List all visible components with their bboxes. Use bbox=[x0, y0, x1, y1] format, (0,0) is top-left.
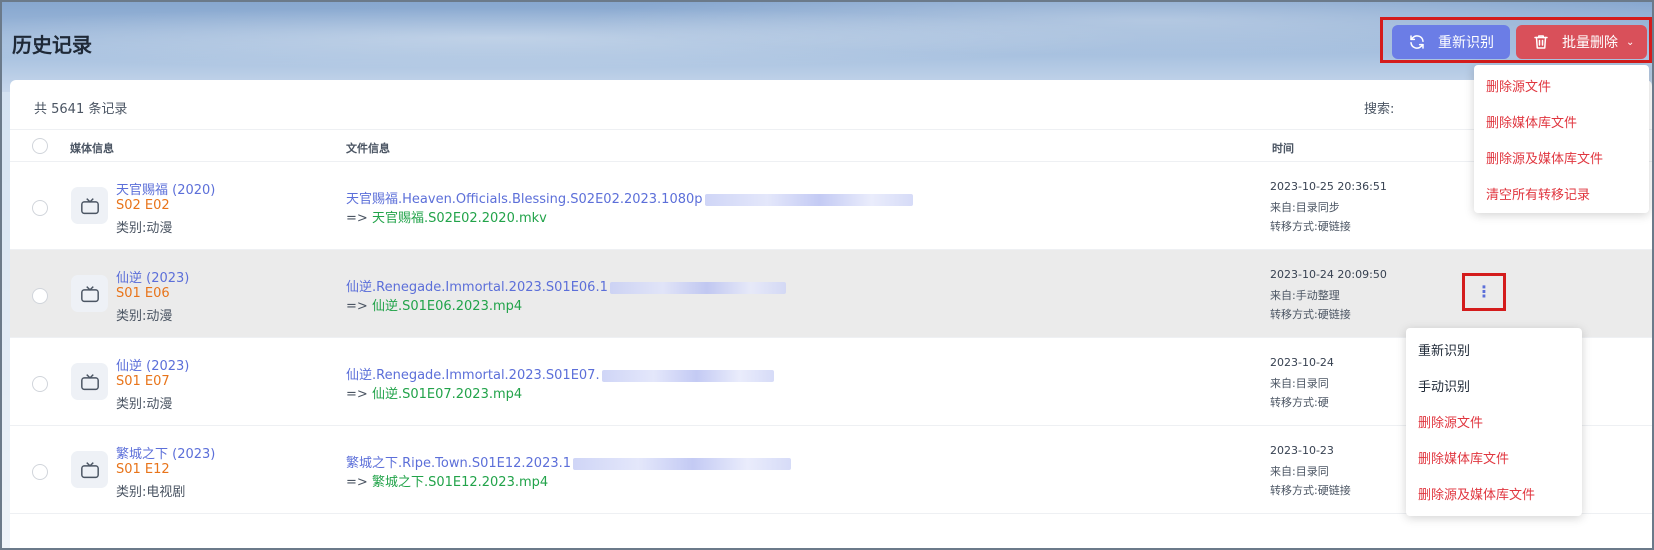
transfer-method: 转移方式:硬链接 bbox=[1270, 308, 1351, 321]
trash-icon bbox=[1532, 33, 1550, 51]
menu-item-delete-source[interactable]: 删除源文件 bbox=[1486, 76, 1551, 95]
record-count: 共 5641 条记录 bbox=[34, 102, 128, 117]
menu-item-delete-source[interactable]: 删除源文件 bbox=[1418, 412, 1483, 431]
source-file: 天官赐福.Heaven.Officials.Blessing.S02E02.20… bbox=[346, 188, 913, 207]
reidentify-label: 重新识别 bbox=[1438, 35, 1494, 51]
dest-file-name: 仙逆.S01E06.2023.mp4 bbox=[371, 299, 523, 314]
transfer-source: 来自:目录同 bbox=[1270, 465, 1329, 478]
redacted-path bbox=[573, 457, 792, 470]
row-checkbox[interactable] bbox=[32, 288, 48, 304]
transfer-source: 来自:手动整理 bbox=[1270, 289, 1340, 302]
table-header: 媒体信息 文件信息 时间 bbox=[10, 129, 1652, 162]
select-all-checkbox[interactable] bbox=[32, 138, 48, 154]
transfer-source: 来自:目录同步 bbox=[1270, 201, 1340, 214]
transfer-source: 来自:目录同 bbox=[1270, 377, 1329, 390]
top-actions-highlight: 重新识别 批量删除 ⌄ bbox=[1380, 17, 1652, 63]
redacted-path bbox=[704, 193, 913, 206]
tv-icon bbox=[71, 363, 108, 400]
header-time: 时间 bbox=[1272, 142, 1294, 155]
dest-arrow: => bbox=[346, 211, 368, 226]
dest-file-name: 仙逆.S01E07.2023.mp4 bbox=[371, 387, 523, 402]
transfer-method: 转移方式:硬链接 bbox=[1270, 220, 1351, 233]
menu-item-delete-library[interactable]: 删除媒体库文件 bbox=[1418, 448, 1509, 467]
more-vertical-icon: ⋮ bbox=[1476, 282, 1492, 301]
category-label: 类别:动漫 bbox=[116, 397, 173, 412]
menu-item-clear-history[interactable]: 清空所有转移记录 bbox=[1486, 184, 1590, 203]
menu-item-delete-both[interactable]: 删除源及媒体库文件 bbox=[1486, 148, 1603, 167]
episode-label: S01 E12 bbox=[116, 462, 170, 477]
redacted-path bbox=[601, 369, 774, 382]
menu-item-manual-identify[interactable]: 手动识别 bbox=[1418, 376, 1470, 395]
menu-item-reidentify[interactable]: 重新识别 bbox=[1418, 340, 1470, 359]
header-file: 文件信息 bbox=[346, 142, 390, 155]
menu-item-delete-library[interactable]: 删除媒体库文件 bbox=[1486, 112, 1577, 131]
row-checkbox[interactable] bbox=[32, 376, 48, 392]
row-checkbox[interactable] bbox=[32, 464, 48, 480]
media-title[interactable]: 仙逆 (2023) bbox=[116, 355, 189, 374]
transfer-method: 转移方式:硬链接 bbox=[1270, 484, 1351, 497]
tv-icon bbox=[71, 187, 108, 224]
reidentify-button[interactable]: 重新识别 bbox=[1392, 25, 1510, 59]
row-more-button[interactable]: ⋮ bbox=[1462, 273, 1506, 311]
tv-icon bbox=[71, 275, 108, 312]
page-title: 历史记录 bbox=[12, 33, 92, 57]
row-action-menu: 重新识别 手动识别 删除源文件 删除媒体库文件 删除源及媒体库文件 bbox=[1406, 328, 1582, 516]
media-title[interactable]: 仙逆 (2023) bbox=[116, 267, 189, 286]
dest-file: => 天官赐福.S02E02.2020.mkv bbox=[346, 207, 547, 226]
batch-delete-menu: 删除源文件 删除媒体库文件 删除源及媒体库文件 清空所有转移记录 bbox=[1474, 65, 1649, 213]
chevron-down-icon: ⌄ bbox=[1626, 36, 1635, 48]
redacted-path bbox=[609, 281, 786, 294]
dest-arrow: => bbox=[346, 475, 368, 490]
episode-label: S01 E06 bbox=[116, 286, 170, 301]
source-file-name: 繁城之下.Ripe.Town.S01E12.2023.1 bbox=[346, 456, 572, 471]
dest-file-name: 天官赐福.S02E02.2020.mkv bbox=[371, 211, 547, 226]
transfer-time: 2023-10-23 bbox=[1270, 444, 1334, 457]
source-file: 仙逆.Renegade.Immortal.2023.S01E06.1 bbox=[346, 276, 786, 295]
table-row[interactable]: 仙逆 (2023) S01 E06 类别:动漫 仙逆.Renegade.Immo… bbox=[10, 250, 1652, 338]
refresh-icon bbox=[1408, 33, 1426, 51]
dest-file-name: 繁城之下.S01E12.2023.mp4 bbox=[371, 475, 549, 490]
transfer-time: 2023-10-25 20:36:51 bbox=[1270, 180, 1387, 193]
source-file: 仙逆.Renegade.Immortal.2023.S01E07. bbox=[346, 364, 774, 383]
dest-file: => 繁城之下.S01E12.2023.mp4 bbox=[346, 471, 548, 490]
dest-arrow: => bbox=[346, 387, 368, 402]
category-label: 类别:动漫 bbox=[116, 309, 173, 324]
media-title[interactable]: 繁城之下 (2023) bbox=[116, 443, 215, 462]
transfer-method: 转移方式:硬 bbox=[1270, 396, 1329, 409]
dest-file: => 仙逆.S01E07.2023.mp4 bbox=[346, 383, 522, 402]
tv-icon bbox=[71, 451, 108, 488]
episode-label: S01 E07 bbox=[116, 374, 170, 389]
batch-delete-label: 批量删除 bbox=[1562, 35, 1618, 51]
batch-delete-button[interactable]: 批量删除 ⌄ bbox=[1516, 25, 1647, 59]
table-row[interactable]: 天官赐福 (2020) S02 E02 类别:动漫 天官赐福.Heaven.Of… bbox=[10, 162, 1652, 250]
category-label: 类别:电视剧 bbox=[116, 485, 186, 500]
source-file-name: 仙逆.Renegade.Immortal.2023.S01E07. bbox=[346, 368, 600, 383]
search-label: 搜索: bbox=[1364, 102, 1395, 117]
category-label: 类别:动漫 bbox=[116, 221, 173, 236]
episode-label: S02 E02 bbox=[116, 198, 170, 213]
transfer-time: 2023-10-24 20:09:50 bbox=[1270, 268, 1387, 281]
row-checkbox[interactable] bbox=[32, 200, 48, 216]
transfer-time: 2023-10-24 bbox=[1270, 356, 1334, 369]
header-media: 媒体信息 bbox=[70, 142, 114, 155]
app-frame: 历史记录 重新识别 批量删除 ⌄ 共 5641 条记录 搜索: 媒体信息 文件信… bbox=[0, 0, 1654, 550]
dest-arrow: => bbox=[346, 299, 368, 314]
media-title[interactable]: 天官赐福 (2020) bbox=[116, 179, 215, 198]
source-file-name: 天官赐福.Heaven.Officials.Blessing.S02E02.20… bbox=[346, 192, 703, 207]
source-file: 繁城之下.Ripe.Town.S01E12.2023.1 bbox=[346, 452, 792, 471]
menu-item-delete-both[interactable]: 删除源及媒体库文件 bbox=[1418, 484, 1535, 503]
dest-file: => 仙逆.S01E06.2023.mp4 bbox=[346, 295, 522, 314]
source-file-name: 仙逆.Renegade.Immortal.2023.S01E06.1 bbox=[346, 280, 608, 295]
